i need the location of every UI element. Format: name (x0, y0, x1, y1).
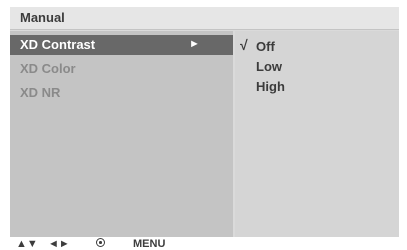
option-high[interactable]: High (256, 79, 285, 94)
menu-list: XD Contrast ► XD Color XD NR (10, 31, 233, 237)
option-low[interactable]: Low (256, 59, 282, 74)
right-arrow-icon: ► (189, 38, 200, 50)
menu-item-label: XD Contrast (20, 37, 96, 52)
menu-item-label: XD NR (20, 85, 61, 100)
up-down-arrows-icon: ▲▼ (16, 238, 38, 250)
osd-panel: Manual XD Contrast ► XD Color XD NR √ Of… (10, 7, 399, 250)
menu-item-xd-color[interactable]: XD Color (10, 59, 233, 79)
check-mark-icon: √ (240, 37, 248, 53)
menu-hint: MENU (133, 238, 166, 250)
options-list: √ Off Low High (235, 31, 399, 237)
menu-item-label: XD Color (20, 61, 76, 76)
menu-item-xd-contrast[interactable]: XD Contrast ► (10, 35, 233, 55)
title-bar: Manual (10, 7, 399, 30)
menu-item-xd-nr[interactable]: XD NR (10, 83, 233, 103)
option-off[interactable]: Off (256, 39, 275, 54)
menu-title: Manual (20, 10, 65, 25)
left-right-arrows-icon: ◄► (48, 238, 70, 250)
